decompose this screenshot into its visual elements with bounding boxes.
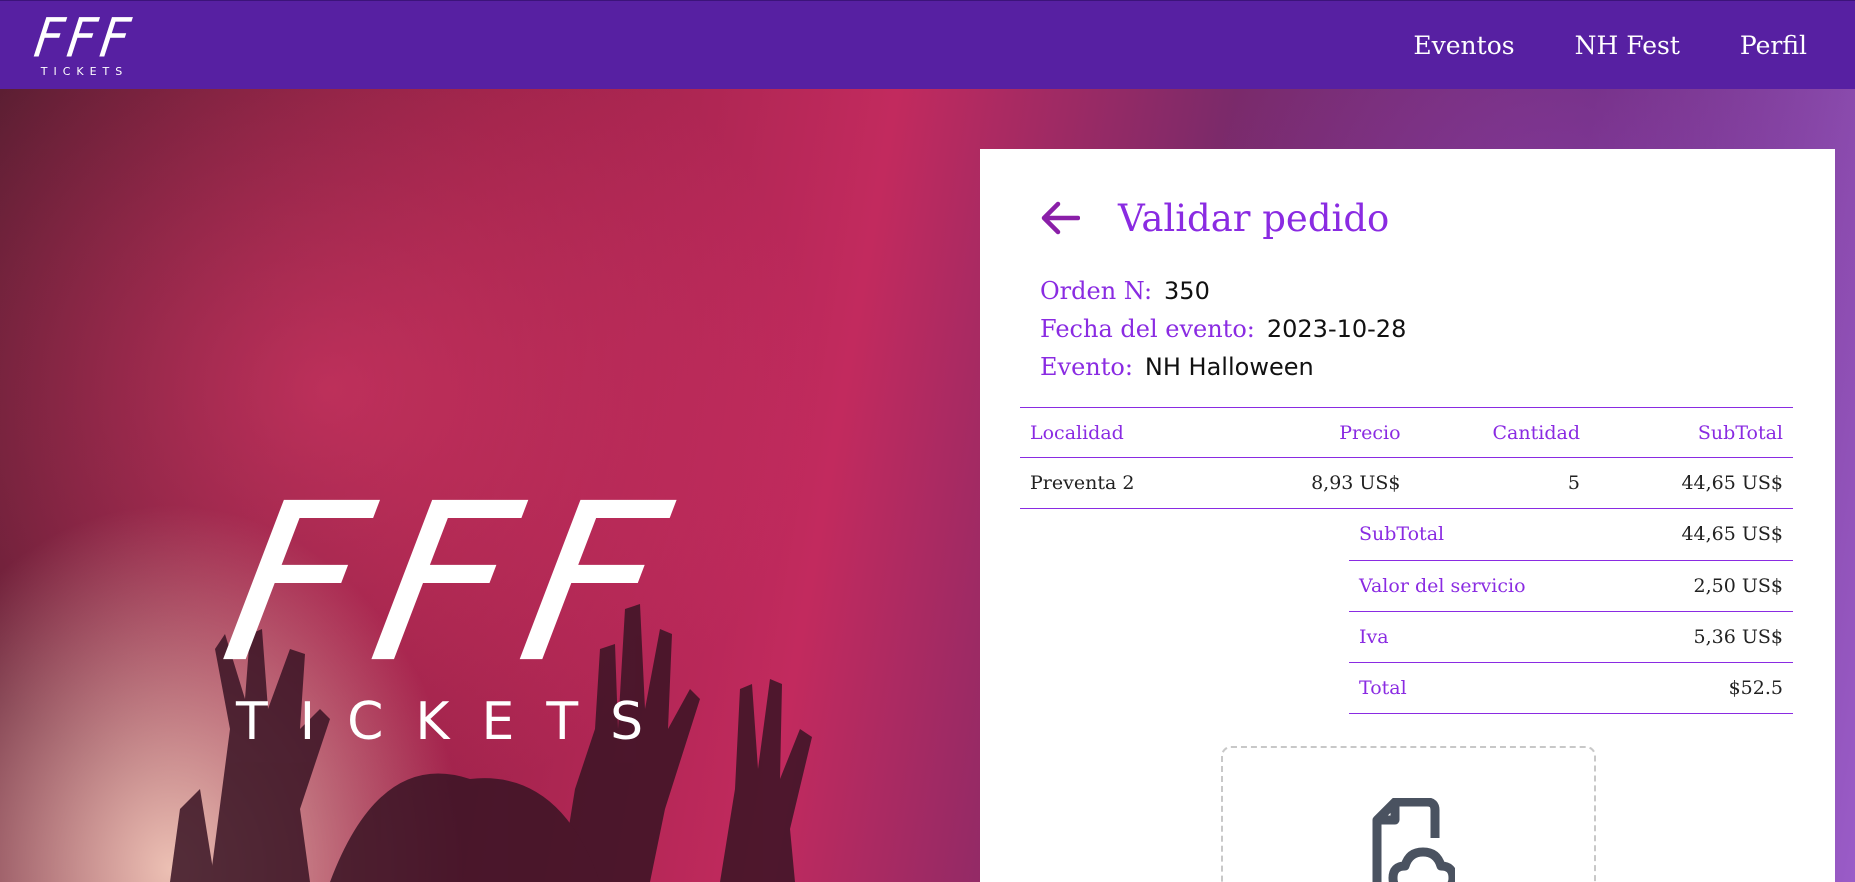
- order-number-row: Orden N: 350: [1040, 277, 1795, 315]
- cell-precio: 8,93 US$: [1227, 457, 1411, 509]
- cell-subtotal: 44,65 US$: [1589, 457, 1793, 509]
- nav-link-eventos[interactable]: Eventos: [1413, 31, 1514, 60]
- navbar: FFF TICKETS Eventos NH Fest Perfil: [0, 0, 1855, 89]
- nav-link-nh-fest[interactable]: NH Fest: [1575, 31, 1680, 60]
- iva-value: 5,36 US$: [1617, 611, 1793, 663]
- hero-logo: FFF TICKETS: [208, 458, 698, 760]
- cell-localidad: Preventa 2: [1020, 457, 1228, 509]
- event-name-value: NH Halloween: [1144, 353, 1314, 381]
- event-date-value: 2023-10-28: [1266, 315, 1407, 343]
- file-cloud-upload-icon: [1363, 797, 1457, 882]
- nav-links: Eventos NH Fest Perfil: [1413, 31, 1807, 60]
- totals-table: SubTotal 44,65 US$ Valor del servicio 2,…: [1349, 509, 1793, 714]
- receipt-upload-dropzone[interactable]: [1221, 746, 1596, 882]
- hero-logo-tickets: TICKETS: [236, 692, 676, 752]
- nav-link-perfil[interactable]: Perfil: [1740, 31, 1807, 60]
- brand-logo[interactable]: FFF TICKETS: [30, 6, 139, 77]
- service-fee-label: Valor del servicio: [1349, 560, 1618, 612]
- order-validation-card: Validar pedido Orden N: 350 Fecha del ev…: [980, 149, 1835, 882]
- subtotal-label: SubTotal: [1349, 509, 1618, 561]
- cell-cantidad: 5: [1410, 457, 1590, 509]
- total-value: $52.5: [1617, 662, 1793, 714]
- brand-logo-fff: FFF: [30, 6, 139, 69]
- event-name-row: Evento: NH Halloween: [1040, 353, 1795, 391]
- card-header: Validar pedido: [1020, 149, 1795, 287]
- service-fee-value: 2,50 US$: [1617, 560, 1793, 612]
- totals-row-total: Total $52.5: [1349, 662, 1793, 714]
- table-row: Preventa 2 8,93 US$ 5 44,65 US$: [1020, 457, 1793, 509]
- column-header-cantidad: Cantidad: [1410, 407, 1590, 458]
- subtotal-value: 44,65 US$: [1617, 509, 1793, 561]
- order-info: Orden N: 350 Fecha del evento: 2023-10-2…: [1020, 277, 1795, 391]
- order-number-value: 350: [1164, 277, 1210, 305]
- column-header-subtotal: SubTotal: [1589, 407, 1793, 458]
- arrow-left-icon[interactable]: [1040, 198, 1084, 238]
- order-number-label: Orden N:: [1040, 277, 1153, 305]
- totals-row-subtotal: SubTotal 44,65 US$: [1349, 509, 1793, 561]
- column-header-localidad: Localidad: [1020, 407, 1228, 458]
- order-items-table: Localidad Precio Cantidad SubTotal Preve…: [1020, 407, 1793, 509]
- page-title: Validar pedido: [1118, 196, 1390, 240]
- total-label: Total: [1349, 662, 1618, 714]
- event-name-label: Evento:: [1040, 353, 1133, 381]
- event-date-label: Fecha del evento:: [1040, 315, 1255, 343]
- event-date-row: Fecha del evento: 2023-10-28: [1040, 315, 1795, 353]
- totals-row-service: Valor del servicio 2,50 US$: [1349, 560, 1793, 612]
- hero-logo-fff: FFF: [207, 457, 698, 712]
- table-header-row: Localidad Precio Cantidad SubTotal: [1020, 407, 1793, 458]
- column-header-precio: Precio: [1227, 407, 1411, 458]
- totals-row-iva: Iva 5,36 US$: [1349, 611, 1793, 663]
- iva-label: Iva: [1349, 611, 1618, 663]
